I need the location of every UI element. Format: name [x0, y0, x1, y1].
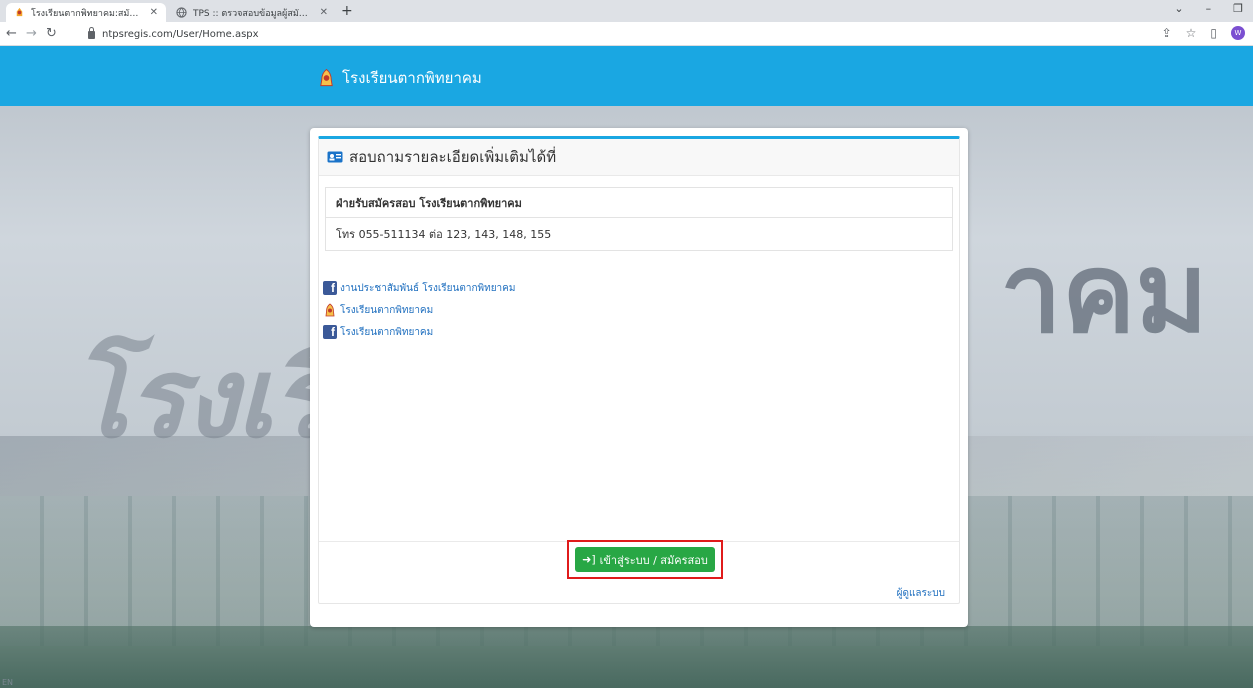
window-controls: ⌄ – ❐	[1174, 2, 1243, 15]
link-label: โรงเรียนตากพิทยาคม	[340, 326, 434, 338]
link-label: โรงเรียนตากพิทยาคม	[340, 304, 434, 316]
browser-tab[interactable]: TPS :: ตรวจสอบข้อมูลผู้สมัครสอบเข้าช ✕	[168, 3, 336, 22]
new-tab-button[interactable]: +	[341, 3, 353, 19]
brand-link[interactable]: โรงเรียนตากพิทยาคม	[317, 66, 482, 90]
social-links: f งานประชาสัมพันธ์ โรงเรียนตากพิทยาคม โร…	[323, 279, 515, 345]
star-icon[interactable]: ☆	[1186, 26, 1197, 40]
link-school-facebook[interactable]: f โรงเรียนตากพิทยาคม	[323, 323, 515, 341]
contact-card: สอบถามรายละเอียดเพิ่มเติมได้ที่ ฝ่ายรับส…	[310, 128, 968, 627]
link-pr-facebook[interactable]: f งานประชาสัมพันธ์ โรงเรียนตากพิทยาคม	[323, 279, 515, 297]
browser-tab-bar: โรงเรียนตากพิทยาคม:สมัครสอบเข้าเรี ✕ TPS…	[0, 0, 1253, 22]
language-indicator: EN	[2, 678, 14, 687]
reload-icon[interactable]: ↻	[46, 26, 57, 41]
brand-title: โรงเรียนตากพิทยาคม	[342, 69, 482, 87]
share-icon[interactable]: ⇪	[1162, 26, 1172, 40]
department-name: ฝ่ายรับสมัครสอบ โรงเรียนตากพิทยาคม	[326, 188, 952, 218]
url-text: ntpsregis.com/User/Home.aspx	[102, 28, 259, 40]
tab-search-icon[interactable]: ⌄	[1174, 2, 1183, 15]
background-sign-right: าคม	[1000, 228, 1208, 357]
id-card-icon	[327, 151, 343, 163]
url-field[interactable]: ntpsregis.com/User/Home.aspx	[82, 25, 1162, 43]
link-label: งานประชาสัมพันธ์ โรงเรียนตากพิทยาคม	[340, 282, 516, 294]
contact-panel: สอบถามรายละเอียดเพิ่มเติมได้ที่ ฝ่ายรับส…	[318, 136, 960, 604]
admin-link[interactable]: ผู้ดูแลระบบ	[897, 586, 945, 601]
school-logo-icon	[325, 303, 335, 317]
school-logo-icon	[320, 68, 333, 87]
restore-icon[interactable]: ❐	[1233, 2, 1243, 15]
back-icon[interactable]: ←	[6, 26, 17, 41]
panel-footer: ➜] เข้าสู่ระบบ / สมัครสอบ ผู้ดูแลระบบ	[319, 540, 959, 607]
facebook-icon: f	[323, 325, 337, 339]
close-icon[interactable]: ✕	[320, 7, 328, 18]
minimize-icon[interactable]: –	[1206, 2, 1212, 15]
lock-icon	[88, 27, 95, 39]
browser-tab-active[interactable]: โรงเรียนตากพิทยาคม:สมัครสอบเข้าเรี ✕	[6, 3, 166, 22]
panel-header: สอบถามรายละเอียดเพิ่มเติมได้ที่	[319, 139, 959, 176]
trees	[0, 626, 1253, 688]
globe-icon	[176, 7, 187, 18]
contact-info-box: ฝ่ายรับสมัครสอบ โรงเรียนตากพิทยาคม โทร 0…	[325, 187, 953, 251]
panel-title: สอบถามรายละเอียดเพิ่มเติมได้ที่	[349, 148, 557, 166]
school-logo-icon	[16, 7, 23, 17]
facebook-icon: f	[323, 281, 337, 295]
toolbar-buttons: ⇪ ☆ ▯ W	[1162, 26, 1245, 40]
close-icon[interactable]: ✕	[150, 7, 158, 18]
avatar[interactable]: W	[1231, 26, 1245, 40]
link-school-website[interactable]: โรงเรียนตากพิทยาคม	[323, 301, 515, 319]
sign-in-icon: ➜]	[582, 553, 596, 566]
site-header: โรงเรียนตากพิทยาคม	[0, 46, 1253, 106]
tab-label: TPS :: ตรวจสอบข้อมูลผู้สมัครสอบเข้าช	[193, 8, 314, 19]
address-bar: ← → ↻ ntpsregis.com/User/Home.aspx ⇪ ☆ ▯…	[0, 22, 1253, 46]
side-panel-icon[interactable]: ▯	[1210, 26, 1217, 40]
tab-label: โรงเรียนตากพิทยาคม:สมัครสอบเข้าเรี	[31, 8, 144, 19]
forward-icon[interactable]: →	[26, 26, 37, 41]
login-register-button[interactable]: ➜] เข้าสู่ระบบ / สมัครสอบ	[575, 547, 715, 572]
page: โรงเรีย าคม โรงเรียนตากพิทยาคม สอบถามราย…	[0, 46, 1253, 688]
login-button-label: เข้าสู่ระบบ / สมัครสอบ	[599, 553, 708, 567]
telephone-text: โทร 055-511134 ต่อ 123, 143, 148, 155	[336, 228, 552, 241]
